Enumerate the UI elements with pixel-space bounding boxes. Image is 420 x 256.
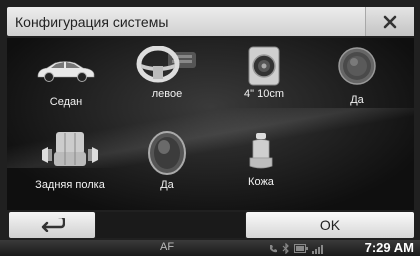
config-item-label: Седан	[49, 96, 83, 108]
clock: 7:29 AM	[364, 240, 414, 255]
config-item-steering[interactable]: левое	[127, 44, 207, 104]
config-item-label: Задняя полка	[35, 179, 105, 191]
ok-label: OK	[319, 217, 341, 233]
config-item-label: Кожа	[248, 176, 274, 188]
config-item-car-type[interactable]: Седан	[29, 52, 103, 110]
status-icons	[268, 243, 324, 254]
page-title: Конфигурация системы	[15, 14, 169, 30]
config-item-rear-shelf[interactable]: Задняя полка	[29, 128, 111, 191]
car-sedan-icon	[37, 61, 95, 82]
back-button[interactable]	[9, 212, 95, 238]
config-item-tweeter[interactable]: Да	[325, 44, 389, 106]
steering-wheel-icon	[136, 46, 196, 83]
config-item-subwoofer[interactable]: Да	[139, 128, 195, 191]
config-item-speaker-size[interactable]: 4" 10cm	[229, 44, 299, 104]
leather-seat-icon	[249, 133, 273, 169]
rear-shelf-speakers-icon	[42, 132, 98, 166]
screen: Конфигурация системы Седан левое 4" 10cm…	[0, 0, 420, 256]
button-bar-spacer	[96, 212, 245, 238]
speaker-grille-icon	[338, 47, 376, 85]
config-item-label: Да	[350, 94, 364, 106]
config-item-label: левое	[151, 88, 183, 100]
bluetooth-icon	[282, 243, 289, 254]
subwoofer-icon	[148, 131, 186, 175]
signal-icon	[312, 244, 323, 254]
config-item-label: 4" 10cm	[244, 88, 284, 100]
close-button[interactable]	[365, 7, 414, 36]
ok-button[interactable]: OK	[246, 212, 414, 238]
battery-icon	[294, 244, 308, 253]
config-item-seat[interactable]: Кожа	[229, 128, 293, 190]
config-panel: Седан левое 4" 10cm Да Задняя полка Да К…	[7, 38, 414, 210]
status-bar: AF 7:29 AM	[0, 240, 420, 256]
phone-icon	[270, 244, 277, 252]
title-bar: Конфигурация системы	[7, 7, 414, 36]
af-indicator: AF	[160, 241, 175, 253]
config-item-label: Да	[160, 179, 174, 191]
speaker-4inch-icon	[248, 46, 280, 86]
back-arrow-icon	[41, 218, 65, 232]
close-icon	[383, 15, 397, 28]
